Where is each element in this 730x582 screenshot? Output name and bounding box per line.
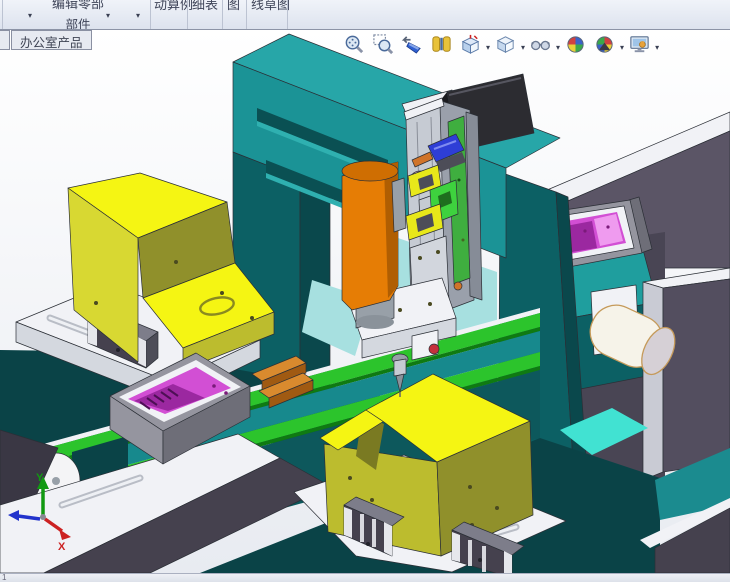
edit-component-label: 部件	[65, 18, 91, 30]
toolbar-separator	[187, 0, 188, 29]
toolbar-separator	[222, 0, 223, 29]
display-style-button[interactable]	[494, 33, 517, 56]
dropdown-caret[interactable]: ▾	[556, 43, 560, 52]
zoom-to-fit-icon	[345, 35, 364, 54]
section-view-button[interactable]	[430, 33, 453, 56]
edit-component-button[interactable]: 编辑零部 部件	[52, 0, 105, 30]
dropdown-caret[interactable]: ▾	[521, 43, 525, 52]
dropdown-caret[interactable]: ▾	[655, 43, 659, 52]
toolbar-separator	[2, 0, 3, 29]
zoom-to-area-button[interactable]	[372, 33, 395, 56]
toolbar-button-sketch[interactable]: 线草图	[251, 0, 290, 13]
view-settings-button[interactable]	[628, 33, 651, 56]
solidworks-window: Y X ▾ 编辑零部 部件 ▾ ▾ 动算例 细表 图 线草图 办公室产品 ▾ ▾…	[0, 0, 730, 582]
edit-appearance-icon	[567, 36, 584, 53]
dropdown-caret[interactable]: ▾	[620, 43, 624, 52]
view-orientation-button[interactable]	[459, 33, 482, 56]
apply-scene-icon	[596, 36, 613, 53]
command-manager-tab-stub[interactable]	[0, 30, 10, 50]
heads-up-view-toolbar: ▾ ▾ ▾ ▾ ▾	[340, 33, 660, 56]
toolbar-separator	[246, 0, 247, 29]
toolbar-button-bom[interactable]: 细表	[192, 0, 218, 13]
dropdown-caret[interactable]: ▾	[28, 12, 32, 20]
hide-show-items-button[interactable]	[529, 33, 552, 56]
apply-scene-button[interactable]	[593, 33, 616, 56]
dropdown-caret[interactable]: ▾	[106, 12, 110, 20]
triad-x-label: X	[58, 541, 66, 553]
zoom-to-area-icon	[373, 34, 394, 55]
edit-component-label-clipped: 编辑零部	[52, 0, 105, 11]
previous-view-icon	[401, 36, 421, 54]
view-settings-icon	[630, 36, 649, 53]
tab-office-products[interactable]: 办公室产品	[11, 30, 92, 50]
toolbar-button-drawing[interactable]: 图	[227, 0, 240, 13]
status-bar-text: 1	[2, 573, 7, 582]
toolbar-separator	[150, 0, 151, 29]
display-style-icon	[496, 36, 515, 53]
dropdown-caret[interactable]: ▾	[136, 12, 140, 20]
command-manager-toolbar: ▾ 编辑零部 部件 ▾ ▾ 动算例 细表 图 线草图	[0, 0, 730, 30]
zoom-to-fit-button[interactable]	[343, 33, 366, 56]
view-orientation-icon	[461, 34, 480, 54]
status-bar: 1	[0, 573, 730, 582]
toolbar-separator	[287, 0, 288, 29]
dropdown-caret[interactable]: ▾	[486, 43, 490, 52]
triad-y-label: Y	[36, 472, 44, 484]
hide-show-items-icon	[531, 40, 551, 51]
3d-viewport[interactable]: Y X	[0, 0, 730, 582]
section-view-icon	[432, 36, 451, 52]
previous-view-button[interactable]	[401, 33, 424, 56]
edit-appearance-button[interactable]	[564, 33, 587, 56]
